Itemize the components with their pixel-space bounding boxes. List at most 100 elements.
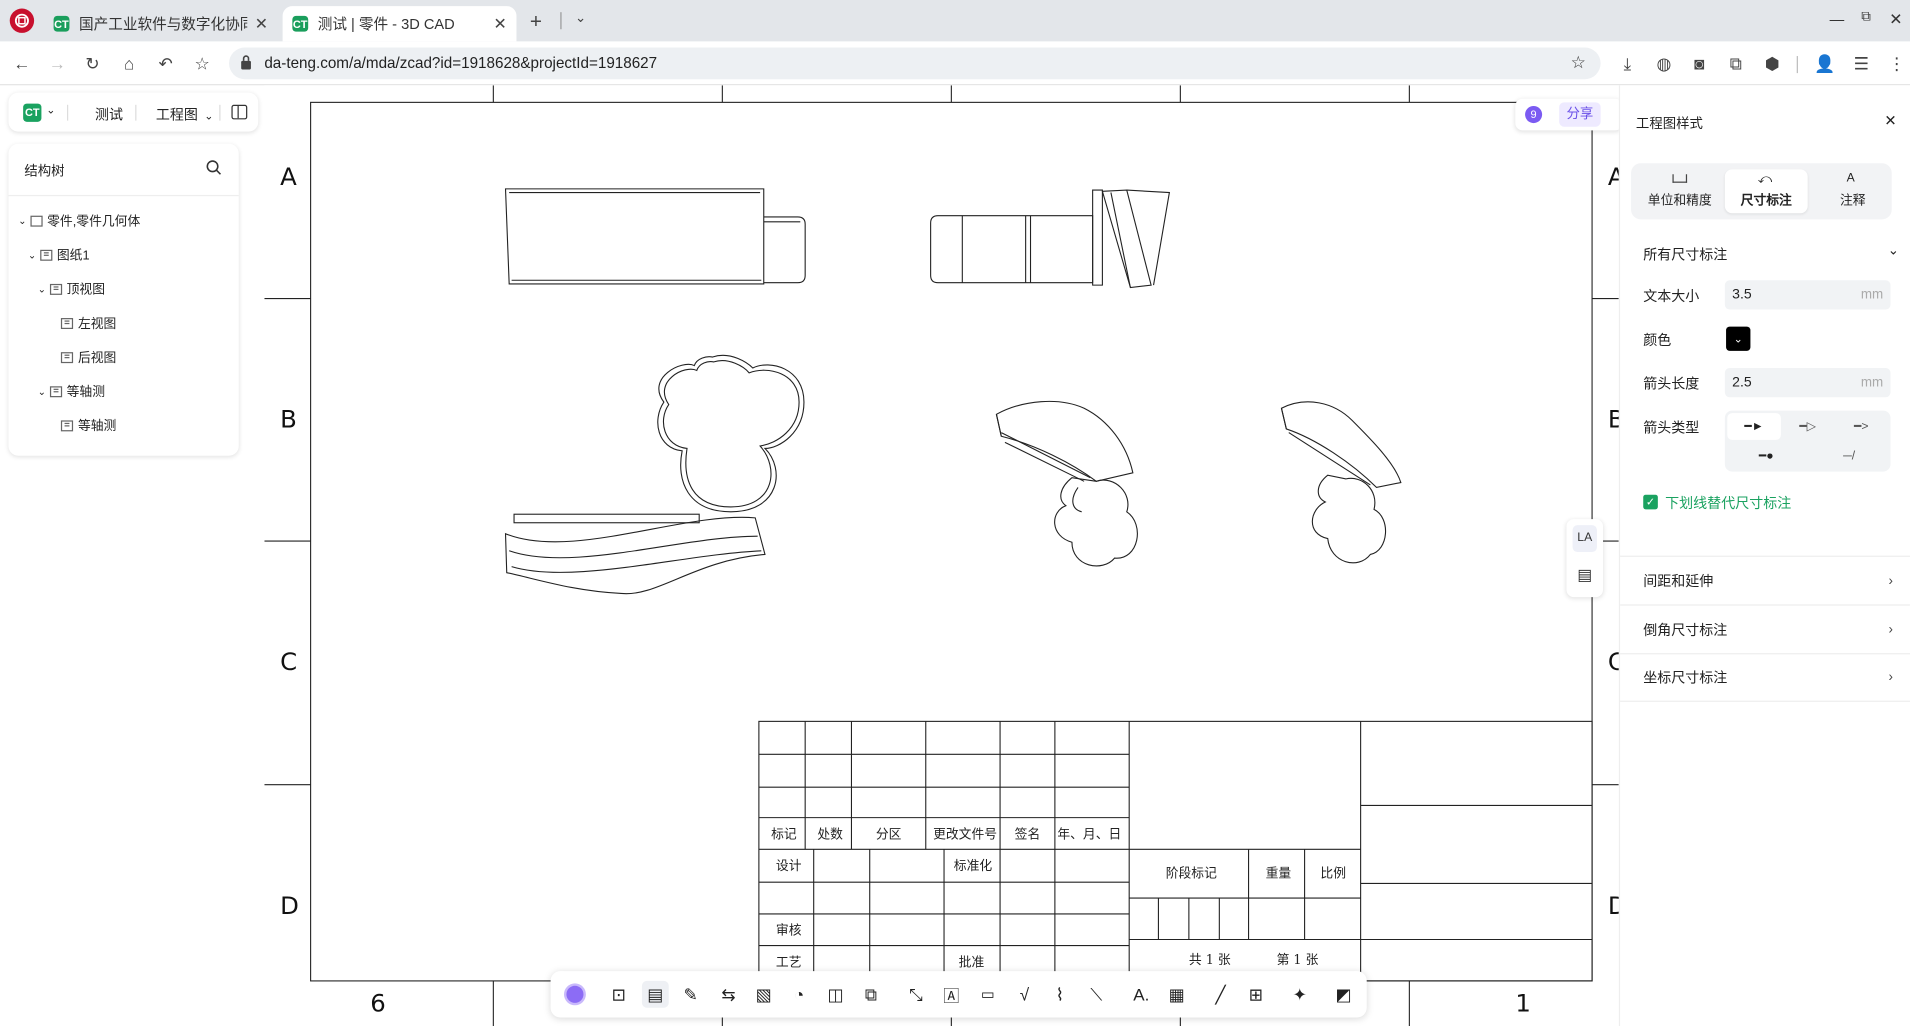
section-spacing-extension[interactable]: 间距和延伸 › — [1620, 555, 1910, 605]
chevron-right-icon: › — [1888, 573, 1893, 588]
tree-item-label: 图纸1 — [56, 247, 90, 263]
insert-view-icon[interactable]: ⊡ — [605, 981, 632, 1008]
app-logo-icon[interactable]: CT — [23, 103, 42, 122]
browser-tab-1[interactable]: CT 国产工业软件与数字化协同平 ✕ — [44, 6, 278, 41]
surface-finish-icon[interactable]: √ — [1011, 981, 1038, 1008]
app-menu-chevron-icon[interactable]: ⌄ — [46, 104, 55, 117]
table-icon[interactable]: ▦ — [1163, 981, 1190, 1008]
arrow-line-option[interactable]: ━> — [1834, 413, 1888, 440]
leader-icon[interactable]: ⟍ — [1083, 981, 1110, 1008]
arrow-dot-option[interactable]: ━● — [1739, 442, 1793, 469]
dimension-arc-icon: ⤺ — [1757, 171, 1773, 187]
weld-symbol-icon[interactable]: ⌇ — [1046, 981, 1073, 1008]
chevron-down-icon[interactable]: ⌄ — [28, 249, 36, 260]
tree-item-isometric[interactable]: 等轴测 — [60, 414, 116, 436]
arrow-length-input[interactable]: 2.5 mm — [1724, 367, 1891, 398]
title-block-header: 签名 — [1014, 827, 1041, 843]
project-name[interactable]: 测试 — [95, 105, 123, 124]
reload-icon[interactable]: ↻ — [80, 51, 104, 75]
drawing-style-panel: 工程图样式 ✕ 单位和精度 ⤺ 尺寸标注 A 注释 所有尺寸标注 ⌄ 文本大小 … — [1618, 85, 1910, 1026]
line-draw-icon[interactable]: ╱ — [1207, 981, 1234, 1008]
translate-icon[interactable]: ◍ — [1652, 51, 1676, 75]
close-window-icon[interactable]: ✕ — [1889, 10, 1902, 29]
profile-icon[interactable]: 👤 — [1813, 51, 1837, 75]
auxiliary-view-icon[interactable]: ⇆ — [715, 981, 742, 1008]
arrow-slash-option[interactable]: ─/ — [1822, 442, 1876, 469]
tab-close-icon[interactable]: ✕ — [493, 14, 506, 33]
tree-item-left-view[interactable]: 左视图 — [60, 312, 116, 334]
underline-label[interactable]: 下划线替代尺寸标注 — [1665, 494, 1791, 513]
arrow-length-label: 箭头长度 — [1643, 377, 1700, 393]
settings-sliders-icon[interactable]: ☰ — [1849, 51, 1873, 75]
section-chamfer-dimension[interactable]: 倒角尺寸标注 › — [1620, 604, 1910, 653]
tree-item-isometric-group[interactable]: ⌄ 等轴测 — [38, 380, 105, 402]
tab-units-precision[interactable]: 单位和精度 — [1638, 169, 1721, 213]
tab-list-chevron-icon[interactable]: ⌄ — [575, 10, 586, 26]
arrow-filled-option[interactable]: ━► — [1727, 413, 1781, 440]
browser-tab-2[interactable]: CT 测试 | 零件 - 3D CAD ✕ — [282, 6, 517, 42]
url-field[interactable]: da-teng.com/a/mda/zcad?id=1918628&projec… — [229, 47, 1601, 80]
online-user-badge[interactable]: 9 — [1525, 106, 1543, 124]
drawing-sheet-svg — [264, 85, 1619, 1026]
dimension-style-icon[interactable]: LA — [1572, 525, 1597, 552]
tree-item-label: 零件,零件几何体 — [47, 213, 141, 229]
tree-item-top-view[interactable]: ⌄ 顶视图 — [38, 278, 105, 300]
underline-checkbox[interactable]: ✓ — [1643, 494, 1658, 510]
tree-item-part[interactable]: ⌄ 零件,零件几何体 — [18, 210, 140, 232]
screenshot-icon[interactable]: ◙ — [1687, 51, 1711, 75]
site-info-icon[interactable] — [240, 55, 252, 71]
tab-annotation[interactable]: A 注释 — [1811, 169, 1894, 213]
crop-view-icon[interactable]: ◫ — [822, 981, 849, 1008]
forward-icon[interactable]: → — [45, 51, 69, 75]
toggle-panel-icon[interactable] — [231, 104, 248, 120]
projected-view-icon[interactable]: ▤ — [641, 980, 669, 1008]
section-view-icon[interactable]: ✎ — [677, 981, 704, 1008]
drawing-canvas[interactable]: A B C D A B C D 6 1 标记 处数 分区 更改文件号 签名 年、… — [264, 85, 1619, 1026]
close-icon[interactable]: ✕ — [1884, 112, 1896, 129]
datum-icon[interactable]: ▭ — [974, 981, 1001, 1008]
home-icon[interactable]: ⌂ — [117, 51, 141, 75]
arrow-open-option[interactable]: ━▷ — [1781, 413, 1835, 440]
undo-icon[interactable]: ↶ — [153, 51, 177, 75]
chevron-down-icon[interactable]: ⌄ — [38, 386, 46, 397]
zone-row-label: B — [280, 404, 297, 434]
title-block-stage-mark: 阶段标记 — [1165, 866, 1217, 881]
extensions-icon[interactable]: ⧉ — [1724, 51, 1748, 75]
tree-item-sheet[interactable]: ⌄ 图纸1 — [28, 244, 90, 266]
minimize-icon[interactable]: — — [1830, 11, 1845, 28]
text-box-icon[interactable]: 🄰 — [938, 981, 965, 1008]
text-size-input[interactable]: 3.5 mm — [1724, 280, 1891, 310]
chevron-down-icon[interactable]: ⌄ — [18, 215, 26, 226]
linear-dimension-icon[interactable]: ⤡ — [903, 981, 930, 1008]
detail-view-icon[interactable]: ▧ — [750, 981, 777, 1008]
mode-dropdown[interactable]: 工程图 ⌄ — [156, 105, 214, 124]
alignment-icon[interactable]: ⧉ — [858, 981, 885, 1008]
section-all-dimensions[interactable]: 所有尺寸标注 ⌄ — [1643, 243, 1900, 264]
chevron-down-icon[interactable]: ⌄ — [38, 283, 46, 294]
share-button[interactable]: 分享 — [1559, 102, 1601, 127]
back-icon[interactable]: ← — [10, 51, 34, 75]
section-coordinate-dimension[interactable]: 坐标尺寸标注 › — [1620, 653, 1910, 702]
ai-assistant-icon[interactable] — [562, 981, 589, 1008]
new-tab-icon[interactable]: + — [530, 10, 542, 34]
render-icon[interactable]: ✦ — [1286, 981, 1313, 1008]
download-icon[interactable]: ⤓ — [1615, 51, 1639, 75]
tab-dimension[interactable]: ⤺ 尺寸标注 — [1724, 169, 1808, 214]
tree-item-back-view[interactable]: 后视图 — [60, 346, 116, 368]
chevron-down-icon: ⌄ — [1887, 243, 1900, 259]
view-icon — [60, 351, 74, 363]
mode-label: 工程图 — [155, 108, 198, 124]
image-insert-icon[interactable]: ⊞ — [1242, 981, 1269, 1008]
bookmark-page-icon[interactable]: ☆ — [1571, 52, 1586, 73]
shield-icon[interactable]: ⬢ — [1760, 51, 1784, 75]
restore-icon[interactable]: ⧉ — [1861, 10, 1871, 26]
search-icon[interactable] — [206, 160, 222, 179]
broken-view-icon[interactable]: ◔ — [786, 981, 813, 1008]
properties-list-icon[interactable]: ▤ — [1573, 562, 1597, 589]
note-text-icon[interactable]: A. — [1128, 981, 1155, 1008]
tab-close-icon[interactable]: ✕ — [255, 14, 268, 33]
menu-more-icon[interactable]: ⋮ — [1884, 51, 1908, 75]
export-edit-icon[interactable]: ◩ — [1330, 981, 1357, 1008]
color-swatch[interactable]: ⌄ — [1726, 326, 1751, 351]
bookmark-star-icon[interactable]: ☆ — [190, 51, 214, 75]
